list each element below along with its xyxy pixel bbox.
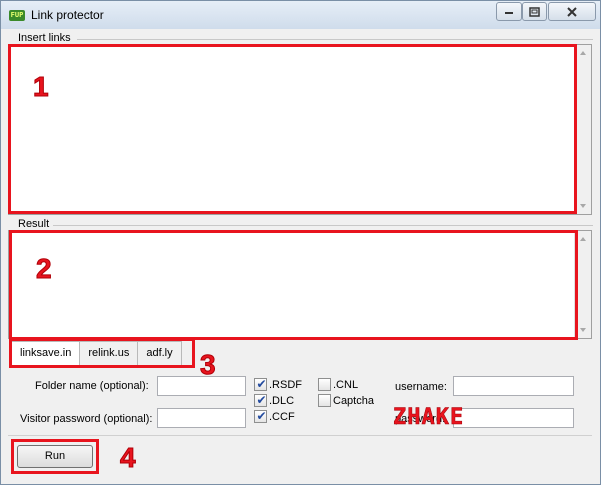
rsdf-checkbox[interactable]: ✔ [254,377,267,391]
folder-name-input[interactable] [157,376,246,396]
checkmark-icon: ✔ [256,409,267,423]
username-label: username: [395,381,447,393]
minimize-button[interactable] [496,2,522,21]
result-label: Result [18,218,50,230]
result-divider [53,225,593,226]
cnl-label: .CNL [333,379,359,391]
username-input[interactable] [453,376,574,396]
close-icon [567,6,577,17]
dlc-label: .DLC [269,395,295,407]
visitor-password-input[interactable] [157,408,246,428]
captcha-checkbox[interactable] [318,394,331,407]
ccf-label: .CCF [269,411,295,423]
visitor-password-label: Visitor password (optional): [20,413,153,425]
link-protector-window: FUP Link protector Insert links 1 Result… [0,0,601,485]
tab-adfly[interactable]: adf.ly [137,341,182,365]
insert-links-divider [77,39,593,40]
scroll-down-icon[interactable] [580,328,586,332]
close-button[interactable] [548,2,596,21]
title-bar[interactable]: FUP Link protector [1,1,600,29]
result-textarea[interactable] [8,230,592,339]
maximize-icon [529,6,540,17]
result-scrollbar[interactable] [574,231,591,338]
checkmark-icon: ✔ [256,393,267,407]
maximize-button[interactable] [522,2,547,21]
tab-linksave[interactable]: linksave.in [11,341,81,365]
service-tabs: linksave.in relink.us adf.ly [11,341,182,365]
scroll-up-icon[interactable] [580,51,586,55]
run-button[interactable]: Run [17,445,93,468]
insert-links-scrollbar[interactable] [574,45,591,214]
captcha-label: Captcha [333,395,374,407]
folder-name-label: Folder name (optional): [35,380,149,392]
ccf-checkbox[interactable]: ✔ [254,409,267,423]
cnl-checkbox[interactable] [318,378,331,391]
scroll-down-icon[interactable] [580,204,586,208]
annotation-number-4: 4 [120,442,137,474]
minimize-icon [505,11,513,14]
insert-links-textarea[interactable] [8,44,592,215]
checkmark-icon: ✔ [256,377,267,391]
app-icon: FUP [9,10,25,21]
window-title: Link protector [31,8,104,22]
password-input[interactable] [453,408,574,428]
watermark-text: ZHAKE [393,405,465,431]
bottom-divider [8,435,592,436]
insert-links-label: Insert links [18,32,71,44]
annotation-number-2: 2 [36,253,53,285]
dlc-checkbox[interactable]: ✔ [254,393,267,407]
scroll-up-icon[interactable] [580,237,586,241]
rsdf-label: .RSDF [269,379,302,391]
tab-relink[interactable]: relink.us [79,341,139,365]
annotation-number-1: 1 [33,71,50,103]
